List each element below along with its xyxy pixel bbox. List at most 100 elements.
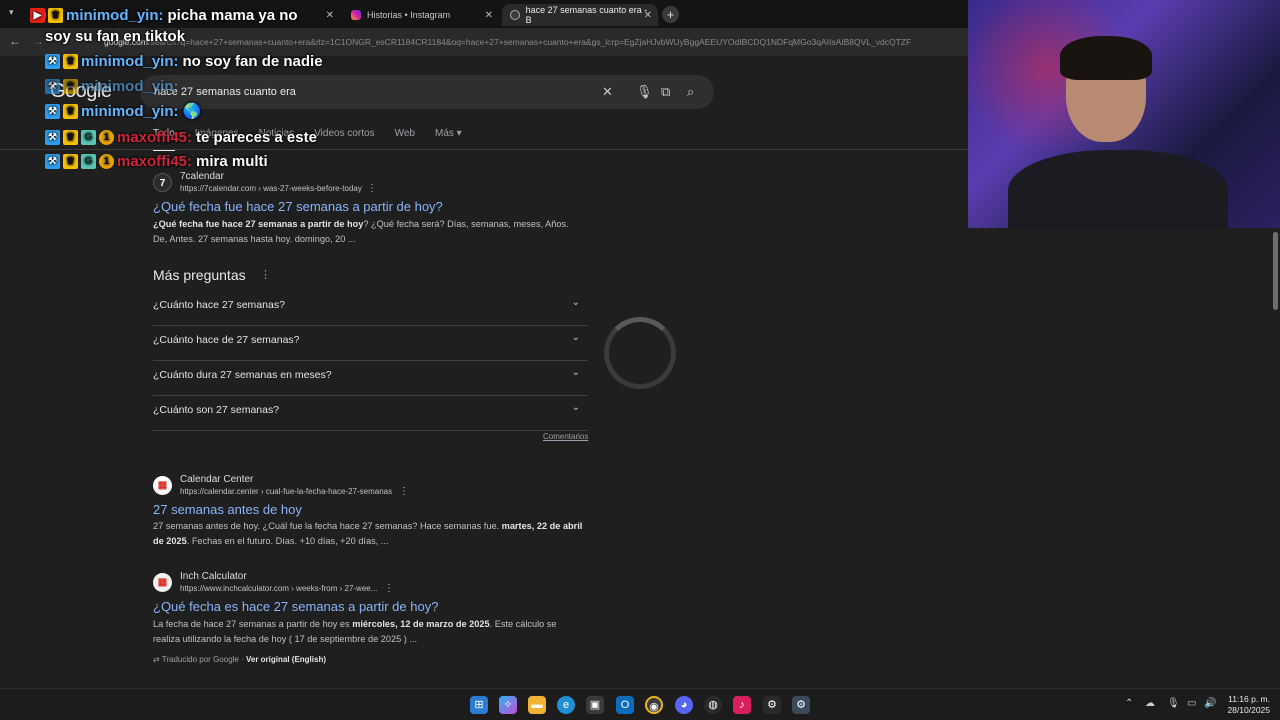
chat-message: ⚒ ♛ minimod_yin:: [45, 75, 183, 97]
chat-text: te pareces a este: [196, 128, 317, 146]
more-options-icon[interactable]: ⋮: [367, 183, 377, 194]
instagram-icon: [351, 10, 361, 20]
chrome-icon[interactable]: ◉: [645, 696, 663, 714]
cloud-icon[interactable]: ☁: [1145, 698, 1155, 709]
mod-badge-icon: ⚒: [45, 53, 60, 69]
tab-web[interactable]: Web: [395, 128, 415, 151]
forward-arrow-icon[interactable]: →: [32, 34, 44, 48]
start-icon[interactable]: ⊞: [470, 696, 488, 714]
question-text: ¿Cuánto son 27 semanas?: [153, 404, 280, 416]
chevron-down-icon: ⌄: [571, 402, 580, 413]
file-explorer-icon[interactable]: ▬: [528, 696, 546, 714]
close-tab-icon[interactable]: ✕: [485, 10, 493, 21]
paa-question[interactable]: ¿Cuánto hace 27 semanas? ⌄: [153, 291, 588, 326]
search-box[interactable]: hace 27 semanas cuanto era ✕ 🎙 ⧉ ⌕: [140, 75, 714, 109]
chat-message: ⚒ ♛ G 1 maxoffi45: te pareces a este: [45, 126, 317, 148]
site-favicon: 7: [153, 173, 172, 192]
tab-mas[interactable]: Más ▾: [435, 128, 462, 151]
clock[interactable]: 11:16 p. m. 28/10/2025: [1227, 694, 1270, 716]
url-field[interactable]: google.com/search?q=hace+27+semanas+cuan…: [104, 37, 966, 47]
crown-badge-icon: ♛: [63, 129, 78, 145]
translated-label: Traducido por Google ·: [161, 655, 246, 664]
paa-question[interactable]: ¿Cuánto son 27 semanas? ⌄: [153, 396, 588, 431]
obs-icon[interactable]: ◍: [704, 696, 722, 714]
paa-question[interactable]: ¿Cuánto dura 27 semanas en meses? ⌄: [153, 361, 588, 396]
steam-icon[interactable]: ⚙: [763, 696, 781, 714]
url-path: /search?q=hace+27+semanas+cuanto+era&rlz…: [147, 37, 912, 47]
volume-icon[interactable]: 🔊: [1204, 698, 1216, 709]
mod-badge-icon: ⚒: [45, 78, 60, 94]
chat-text: 🌎: [182, 103, 202, 120]
tray-chevron-icon[interactable]: ⌃: [1125, 698, 1133, 709]
tab-mas-label: Más: [434, 128, 454, 139]
chevron-down-icon: ⌄: [571, 297, 580, 308]
sub-badge-icon: G: [81, 129, 96, 145]
edge-icon[interactable]: e: [557, 696, 575, 714]
streamer-body: [1008, 150, 1228, 228]
discord-icon[interactable]: ◕: [675, 696, 693, 714]
chevron-down-icon: ⌄: [571, 367, 580, 378]
store-icon[interactable]: ▣: [586, 696, 604, 714]
result-title-link[interactable]: ¿Qué fecha fue hace 27 semanas a partir …: [153, 199, 443, 214]
more-options-icon[interactable]: ⋮: [260, 268, 271, 281]
gift-badge-icon: 1: [99, 153, 114, 169]
snippet-tail: . Fechas en el futuro. Días. +10 días, +…: [186, 536, 389, 546]
result-snippet: ¿Qué fecha fue hace 27 semanas a partir …: [153, 217, 583, 247]
outlook-icon[interactable]: O: [616, 696, 634, 714]
microphone-icon[interactable]: 🎙: [636, 84, 653, 100]
mod-badge-icon: ⚒: [45, 129, 60, 145]
close-tab-icon[interactable]: ✕: [326, 10, 334, 21]
mod-badge-icon: ⚒: [45, 103, 60, 119]
chat-username: minimod_yin:: [81, 52, 179, 70]
paa-heading: Más preguntas: [153, 267, 246, 283]
crown-badge-icon: ♛: [63, 78, 78, 94]
settings-icon[interactable]: ⚙: [792, 696, 810, 714]
result-title-link[interactable]: ¿Qué fecha es hace 27 semanas a partir d…: [153, 599, 438, 614]
crown-badge-icon: ♛: [63, 153, 78, 169]
search-icon[interactable]: ⌕: [687, 84, 694, 100]
tab-google-search[interactable]: hace 27 semanas cuanto era - B ✕: [502, 4, 658, 26]
result-title-link[interactable]: 27 semanas antes de hoy: [153, 502, 302, 517]
back-arrow-icon[interactable]: ←: [9, 34, 21, 48]
tab-instagram[interactable]: Historias • Instagram ✕: [343, 4, 499, 26]
tiktok-live-icon[interactable]: ♪: [733, 696, 751, 714]
mod-badge-icon: ▶: [30, 7, 45, 23]
chat-message: soy su fan en tiktok: [45, 25, 185, 47]
translate-icon: ⇄: [153, 655, 162, 664]
scrollbar-thumb[interactable]: [1273, 232, 1278, 310]
loading-spinner-icon: [604, 317, 676, 389]
chevron-down-icon: ⌄: [571, 332, 580, 343]
snippet-bold: ¿Qué fecha fue hace 27 semanas a partir …: [153, 219, 364, 229]
crown-badge-icon: ♛: [48, 7, 63, 23]
clock-time: 11:16 p. m.: [1228, 694, 1270, 704]
new-tab-button[interactable]: +: [662, 6, 679, 23]
chat-text: mira multi: [196, 152, 268, 170]
gift-badge-icon: 1: [99, 129, 114, 145]
site-url: https://7calendar.com › was-27-weeks-bef…: [180, 184, 362, 193]
tab-search-chevron-icon[interactable]: ▾: [9, 7, 14, 18]
more-options-icon[interactable]: ⋮: [384, 583, 394, 594]
page-scrollbar[interactable]: [1271, 228, 1280, 688]
site-name: Calendar Center: [180, 474, 254, 485]
paa-question[interactable]: ¿Cuánto hace de 27 semanas? ⌄: [153, 326, 588, 361]
crown-badge-icon: ♛: [63, 53, 78, 69]
site-url: https://calendar.center › cual-fue-la-fe…: [180, 487, 393, 496]
chat-text: soy su fan en tiktok: [45, 27, 186, 45]
tab-videos-cortos[interactable]: Videos cortos: [314, 128, 374, 151]
more-options-icon[interactable]: ⋮: [399, 486, 409, 497]
lens-icon[interactable]: ⧉: [661, 84, 670, 100]
close-tab-icon[interactable]: ✕: [644, 10, 652, 21]
site-name: 7calendar: [180, 171, 224, 182]
display-icon[interactable]: ▭: [1187, 698, 1196, 709]
chat-username: minimod_yin:: [81, 102, 179, 120]
feedback-link[interactable]: Comentarios: [543, 432, 588, 441]
clear-icon[interactable]: ✕: [602, 84, 613, 100]
chat-message: ⚒ ♛ G 1 maxoffi45: mira multi: [45, 150, 268, 172]
chat-message: ▶ ♛ minimod_yin: picha mama ya no: [30, 4, 298, 26]
question-text: ¿Cuánto hace 27 semanas?: [153, 299, 285, 311]
result-snippet: 27 semanas antes de hoy. ¿Cuál fue la fe…: [153, 519, 583, 549]
view-original-link[interactable]: Ver original (English): [246, 655, 326, 664]
google-icon: [510, 10, 520, 20]
copilot-icon[interactable]: ✧: [499, 696, 517, 714]
microphone-icon[interactable]: 🎙: [1167, 698, 1180, 709]
